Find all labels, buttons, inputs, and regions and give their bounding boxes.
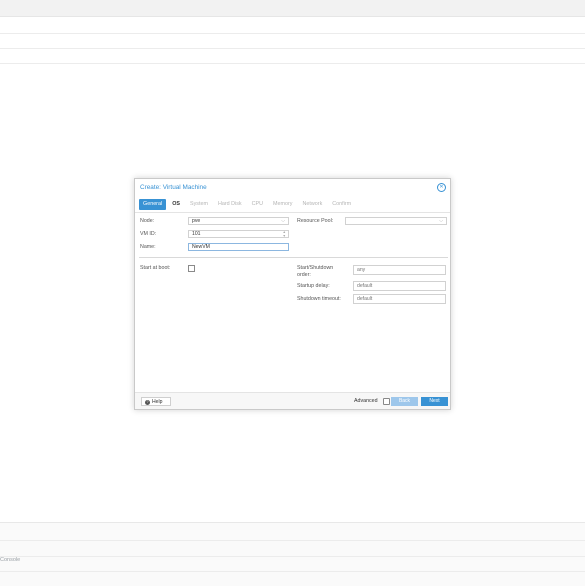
spinner-icon[interactable]: ▲ ▼ <box>283 230 286 238</box>
start-shutdown-order-label: Start/Shutdown order: <box>297 265 334 278</box>
name-value: NewVM <box>192 244 210 250</box>
background-divider <box>0 48 585 49</box>
dialog-title: Create: Virtual Machine <box>140 184 207 191</box>
tab-system[interactable]: System <box>186 199 212 210</box>
tab-general[interactable]: General <box>139 198 167 210</box>
log-panel <box>0 522 585 586</box>
help-button[interactable]: ? Help <box>141 397 171 406</box>
startup-delay-label: Startup delay: <box>297 283 330 289</box>
shutdown-timeout-value: default <box>357 296 373 302</box>
node-select[interactable]: pve ⌵ <box>188 217 289 225</box>
top-toolbar <box>0 0 585 17</box>
log-row-divider <box>0 540 585 541</box>
startup-delay-input[interactable]: default <box>353 281 446 291</box>
log-row-divider <box>0 556 585 557</box>
node-value: pve <box>192 218 201 224</box>
tab-cpu[interactable]: CPU <box>248 199 267 210</box>
node-label: Node: <box>140 218 155 224</box>
resource-pool-select[interactable]: ⌵ <box>345 217 447 225</box>
background-divider <box>0 33 585 34</box>
tab-confirm[interactable]: Confirm <box>328 199 355 210</box>
tab-divider <box>135 212 450 213</box>
question-icon: ? <box>145 399 150 405</box>
resource-pool-label: Resource Pool: <box>297 218 334 224</box>
dialog-header: Create: Virtual Machine ✕ <box>135 179 450 196</box>
advanced-label: Advanced <box>354 398 378 404</box>
shutdown-timeout-label: Shutdown timeout: <box>297 296 341 302</box>
start-at-boot-label: Start at boot: <box>140 265 171 271</box>
section-divider <box>139 257 448 258</box>
tab-memory[interactable]: Memory <box>269 199 296 210</box>
tab-network[interactable]: Network <box>299 199 327 210</box>
chevron-down-icon: ⌵ <box>281 218 285 224</box>
tab-hard-disk[interactable]: Hard Disk <box>214 199 246 210</box>
start-shutdown-order-value: any <box>357 267 366 273</box>
back-button[interactable]: Back <box>391 397 418 406</box>
console-label: Console <box>0 557 21 563</box>
shutdown-timeout-input[interactable]: default <box>353 294 446 304</box>
advanced-checkbox[interactable] <box>383 398 390 405</box>
name-input[interactable]: NewVM <box>188 243 289 251</box>
chevron-down-icon: ⌵ <box>439 218 443 224</box>
start-shutdown-order-input[interactable]: any <box>353 265 446 275</box>
vmid-label: VM ID: <box>140 231 157 237</box>
wizard-tabs: General OS System Hard Disk CPU Memory N… <box>139 198 355 210</box>
dialog-footer: ? Help Advanced Back Next <box>135 392 450 409</box>
tab-os[interactable]: OS <box>168 199 184 210</box>
name-label: Name: <box>140 244 156 250</box>
vmid-input[interactable]: 101 ▲ ▼ <box>188 230 289 238</box>
start-at-boot-checkbox[interactable] <box>188 265 195 272</box>
help-label: Help <box>152 399 163 405</box>
log-row-divider <box>0 571 585 572</box>
next-button[interactable]: Next <box>421 397 448 406</box>
vmid-value: 101 <box>192 231 201 237</box>
background-divider <box>0 63 585 64</box>
close-icon[interactable]: ✕ <box>437 183 446 192</box>
create-vm-dialog: Create: Virtual Machine ✕ General OS Sys… <box>134 178 451 410</box>
startup-delay-value: default <box>357 283 373 289</box>
